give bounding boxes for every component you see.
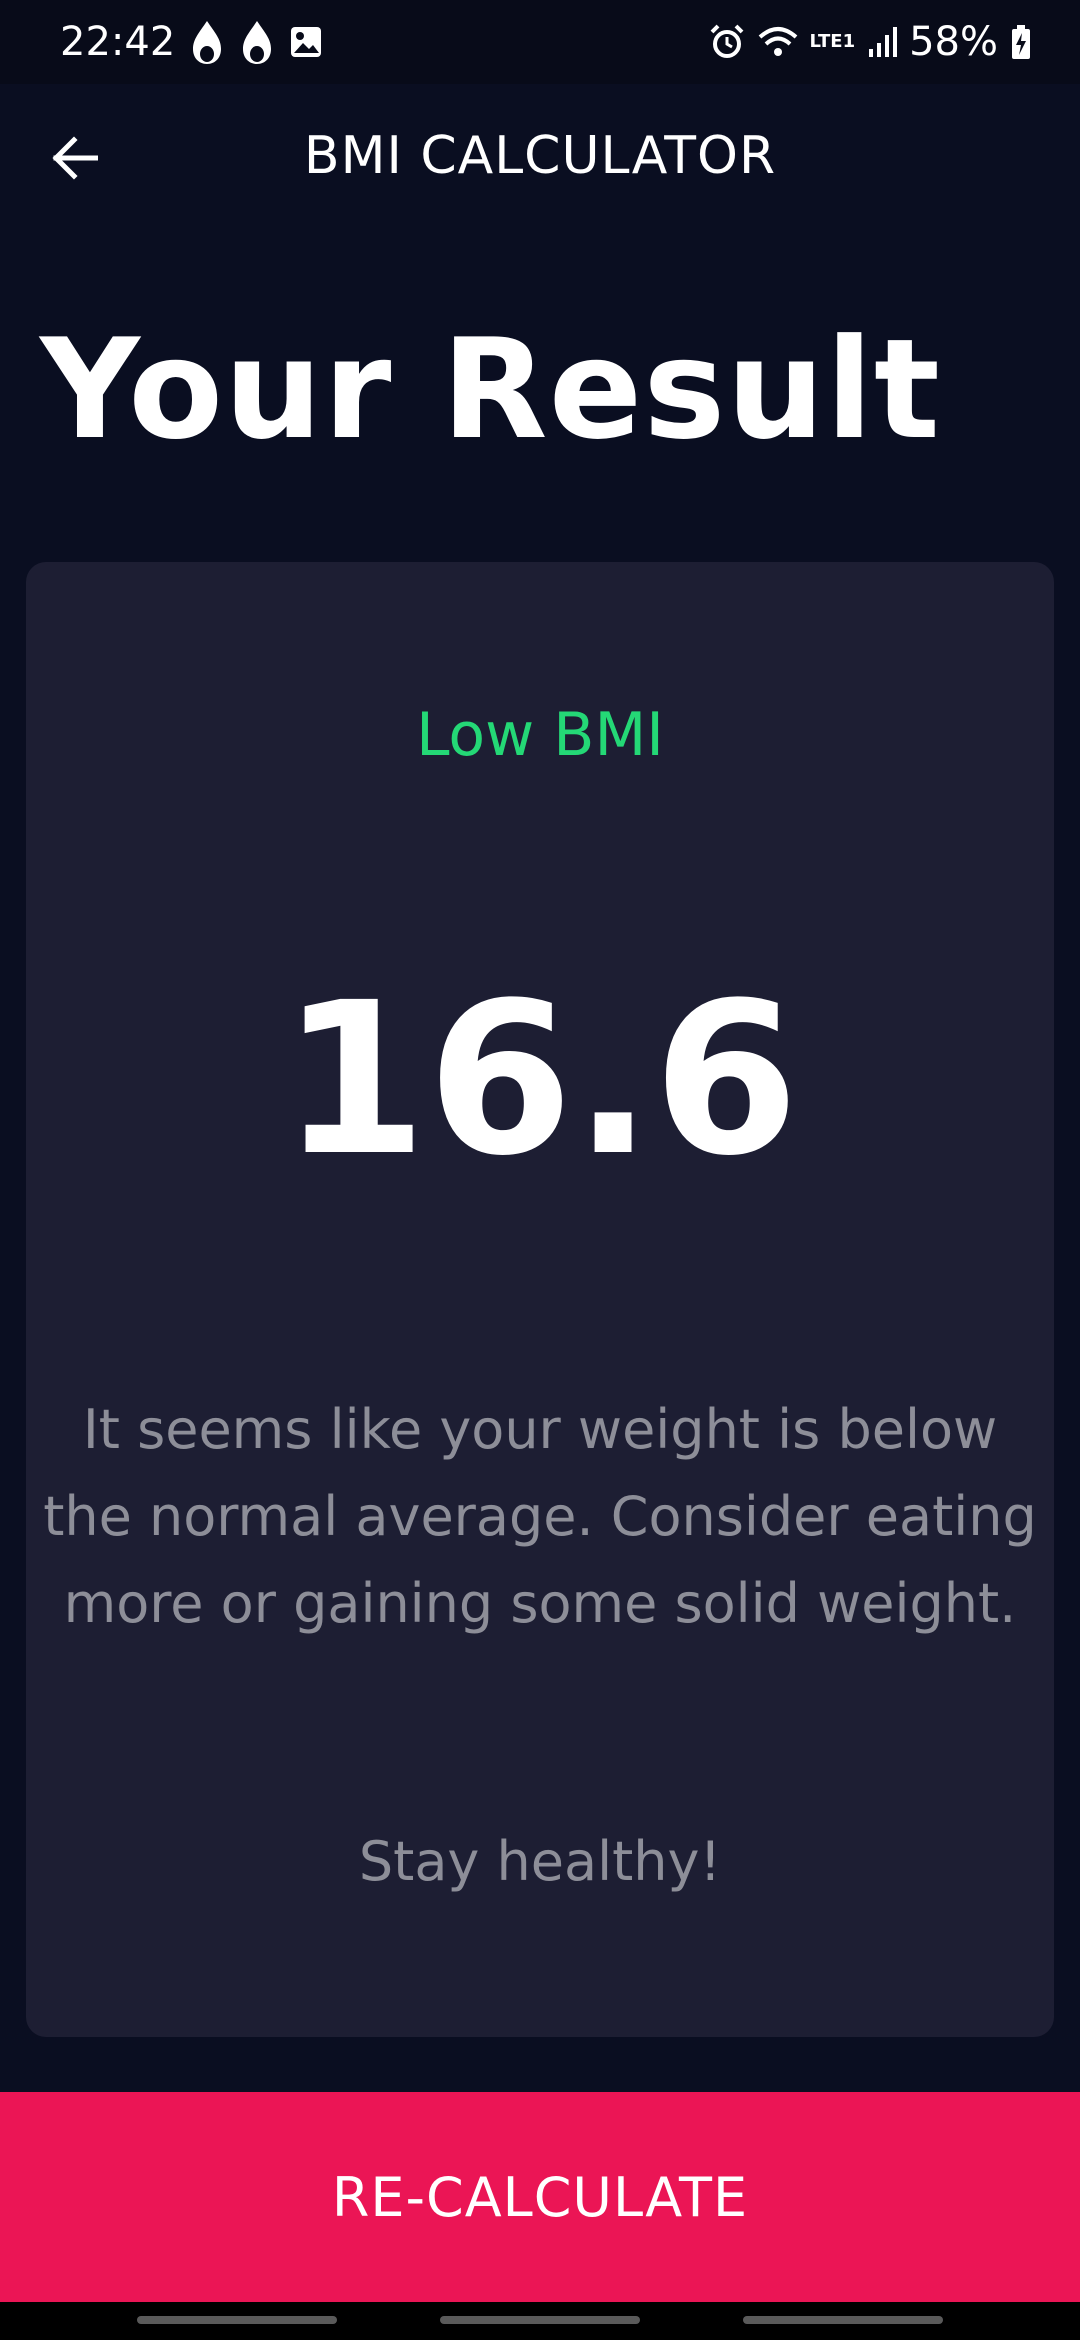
bmi-status-label: Low BMI [416,700,664,770]
back-button[interactable] [36,120,112,196]
arrow-left-icon [50,136,98,180]
network-type-label: LTE1 [809,31,856,52]
signal-icon [867,25,898,59]
app-title: BMI CALCULATOR [303,126,777,186]
page-title: Your Result [40,309,941,470]
status-left: 22:42 [60,0,323,84]
alarm-icon [708,23,746,61]
image-icon [289,25,323,59]
status-bar: 22:42 LTE1 58% [0,0,1080,84]
battery-percent: 58% [909,19,998,65]
app-bar: BMI CALCULATOR [0,84,1080,228]
bmi-value: 16.6 [280,957,800,1202]
nav-recents-handle[interactable] [137,2316,337,2324]
sign-off-text: Stay healthy! [358,1830,722,1893]
status-right: LTE1 58% [708,0,1033,84]
nav-back-handle[interactable] [743,2316,943,2324]
system-nav-bar [0,2302,1080,2340]
status-time: 22:42 [60,19,176,65]
battery-charging-icon [1010,24,1032,60]
nav-home-handle[interactable] [440,2316,640,2324]
wifi-icon [758,25,798,59]
flame-icon [189,19,225,65]
flame-icon [239,19,275,65]
bmi-interpretation: It seems like your weight is below the n… [43,1398,1037,1635]
recalculate-button[interactable]: RE-CALCULATE [0,2092,1080,2302]
result-card [26,562,1054,2037]
